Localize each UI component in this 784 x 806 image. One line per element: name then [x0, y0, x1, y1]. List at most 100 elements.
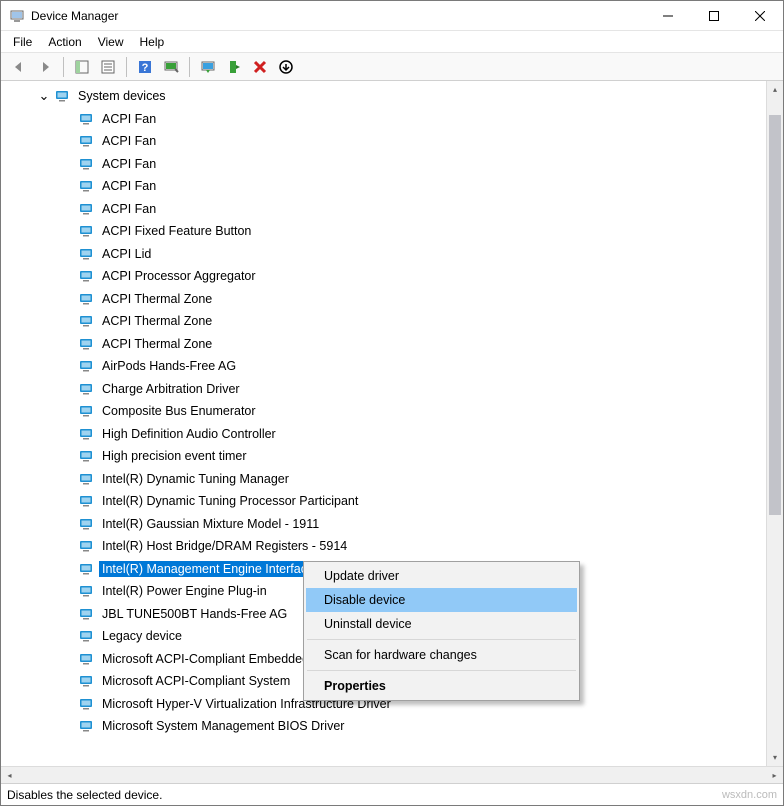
- scan-button[interactable]: [159, 55, 183, 79]
- device-label: ACPI Fan: [99, 156, 159, 172]
- device-icon: [79, 718, 95, 734]
- device-label: Intel(R) Power Engine Plug-in: [99, 583, 270, 599]
- toolbar-separator: [63, 57, 64, 77]
- device-label: ACPI Thermal Zone: [99, 291, 215, 307]
- app-icon: [9, 8, 25, 24]
- scrollbar-thumb[interactable]: [769, 115, 781, 515]
- device-icon: [79, 156, 95, 172]
- uninstall-device-button[interactable]: [248, 55, 272, 79]
- device-label: Composite Bus Enumerator: [99, 403, 259, 419]
- tree-item[interactable]: Charge Arbitration Driver: [1, 378, 766, 401]
- tree-item[interactable]: ACPI Lid: [1, 243, 766, 266]
- context-scan[interactable]: Scan for hardware changes: [306, 643, 577, 667]
- device-label: Intel(R) Host Bridge/DRAM Registers - 59…: [99, 538, 350, 554]
- tree-item[interactable]: ACPI Fan: [1, 198, 766, 221]
- scroll-down-icon[interactable]: ▾: [767, 749, 783, 766]
- device-icon: [79, 246, 95, 262]
- device-label: ACPI Fixed Feature Button: [99, 223, 254, 239]
- tree-item[interactable]: High Definition Audio Controller: [1, 423, 766, 446]
- tree-item[interactable]: AirPods Hands-Free AG: [1, 355, 766, 378]
- tree-item[interactable]: Composite Bus Enumerator: [1, 400, 766, 423]
- horizontal-scrollbar[interactable]: ◂ ▸: [1, 766, 783, 783]
- context-separator: [307, 639, 576, 640]
- update-driver-button[interactable]: [196, 55, 220, 79]
- device-tree[interactable]: ⌄ System devices ACPI Fan ACPI Fan ACPI Fa…: [1, 81, 766, 766]
- disable-device-button[interactable]: [274, 55, 298, 79]
- vertical-scrollbar[interactable]: ▴ ▾: [766, 81, 783, 766]
- tree-item[interactable]: ACPI Thermal Zone: [1, 333, 766, 356]
- menu-action[interactable]: Action: [40, 33, 89, 51]
- tree-item[interactable]: ACPI Fixed Feature Button: [1, 220, 766, 243]
- svg-text:?: ?: [142, 62, 149, 74]
- tree-item[interactable]: ACPI Fan: [1, 153, 766, 176]
- context-properties[interactable]: Properties: [306, 674, 577, 698]
- back-button[interactable]: [7, 55, 31, 79]
- device-icon: [79, 561, 95, 577]
- tree-item[interactable]: ACPI Fan: [1, 108, 766, 131]
- tree-item[interactable]: Intel(R) Host Bridge/DRAM Registers - 59…: [1, 535, 766, 558]
- tree-item[interactable]: High precision event timer: [1, 445, 766, 468]
- device-icon: [79, 583, 95, 599]
- device-icon: [79, 291, 95, 307]
- tree-category[interactable]: ⌄ System devices: [1, 85, 766, 108]
- tree-item[interactable]: ACPI Processor Aggregator: [1, 265, 766, 288]
- tree-item[interactable]: Intel(R) Gaussian Mixture Model - 1911: [1, 513, 766, 536]
- device-icon: [79, 133, 95, 149]
- forward-button[interactable]: [33, 55, 57, 79]
- device-label: ACPI Fan: [99, 178, 159, 194]
- device-label: ACPI Thermal Zone: [99, 313, 215, 329]
- device-label: Intel(R) Dynamic Tuning Processor Partic…: [99, 493, 361, 509]
- tree-item[interactable]: ACPI Fan: [1, 130, 766, 153]
- context-update-driver[interactable]: Update driver: [306, 564, 577, 588]
- properties-button[interactable]: [96, 55, 120, 79]
- device-label: Microsoft ACPI-Compliant System: [99, 673, 293, 689]
- scroll-left-icon[interactable]: ◂: [1, 767, 18, 783]
- context-uninstall-device[interactable]: Uninstall device: [306, 612, 577, 636]
- menubar: File Action View Help: [1, 31, 783, 53]
- status-bar: Disables the selected device. wsxdn.com: [1, 783, 783, 805]
- tree-item[interactable]: ACPI Thermal Zone: [1, 310, 766, 333]
- scroll-right-icon[interactable]: ▸: [766, 767, 783, 783]
- device-icon: [79, 223, 95, 239]
- toolbar-separator: [189, 57, 190, 77]
- device-label: Legacy device: [99, 628, 185, 644]
- device-icon: [79, 403, 95, 419]
- device-label: Intel(R) Management Engine Interface: [99, 561, 317, 577]
- minimize-button[interactable]: [645, 1, 691, 31]
- menu-file[interactable]: File: [5, 33, 40, 51]
- device-label: ACPI Processor Aggregator: [99, 268, 259, 284]
- maximize-button[interactable]: [691, 1, 737, 31]
- show-hide-console-button[interactable]: [70, 55, 94, 79]
- close-button[interactable]: [737, 1, 783, 31]
- device-label: Charge Arbitration Driver: [99, 381, 243, 397]
- device-label: Microsoft System Management BIOS Driver: [99, 718, 347, 734]
- device-icon: [79, 651, 95, 667]
- device-label: ACPI Fan: [99, 201, 159, 217]
- device-icon: [79, 336, 95, 352]
- device-label: JBL TUNE500BT Hands-Free AG: [99, 606, 290, 622]
- tree-item[interactable]: ACPI Thermal Zone: [1, 288, 766, 311]
- device-icon: [79, 268, 95, 284]
- enable-device-button[interactable]: [222, 55, 246, 79]
- device-icon: [79, 448, 95, 464]
- scroll-up-icon[interactable]: ▴: [767, 81, 783, 98]
- tree-item[interactable]: Intel(R) Dynamic Tuning Manager: [1, 468, 766, 491]
- device-icon: [79, 538, 95, 554]
- device-label: Intel(R) Dynamic Tuning Manager: [99, 471, 292, 487]
- device-label: AirPods Hands-Free AG: [99, 358, 239, 374]
- device-label: ACPI Fan: [99, 111, 159, 127]
- device-label: High precision event timer: [99, 448, 250, 464]
- tree-item[interactable]: Microsoft System Management BIOS Driver: [1, 715, 766, 738]
- collapse-icon[interactable]: ⌄: [37, 88, 51, 104]
- tree-item[interactable]: Intel(R) Dynamic Tuning Processor Partic…: [1, 490, 766, 513]
- device-icon: [79, 696, 95, 712]
- watermark: wsxdn.com: [722, 789, 777, 801]
- context-disable-device[interactable]: Disable device: [306, 588, 577, 612]
- help-button[interactable]: ?: [133, 55, 157, 79]
- toolbar: ?: [1, 53, 783, 81]
- menu-view[interactable]: View: [90, 33, 132, 51]
- tree-item[interactable]: ACPI Fan: [1, 175, 766, 198]
- context-separator: [307, 670, 576, 671]
- titlebar[interactable]: Device Manager: [1, 1, 783, 31]
- menu-help[interactable]: Help: [132, 33, 173, 51]
